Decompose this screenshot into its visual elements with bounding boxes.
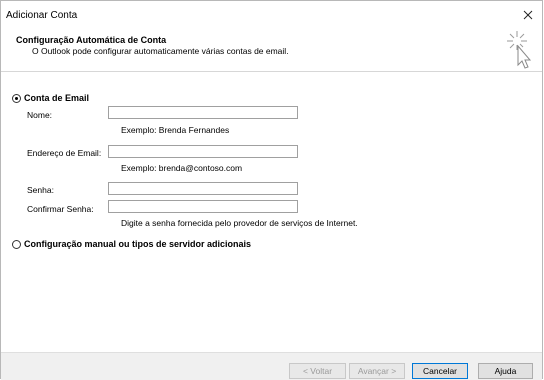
confirm-password-input[interactable] — [108, 200, 298, 213]
back-button[interactable]: < Voltar — [289, 363, 346, 379]
title-bar: Adicionar Conta — [1, 1, 542, 31]
manual-setup-radio[interactable] — [12, 239, 21, 249]
header-subtitle: O Outlook pode configurar automaticament… — [32, 46, 289, 56]
close-button[interactable] — [518, 5, 538, 25]
wizard-header: Configuração Automática de Conta O Outlo… — [1, 31, 542, 72]
header-title: Configuração Automática de Conta — [16, 35, 167, 45]
password-hint: Digite a senha fornecida pelo provedor d… — [121, 218, 358, 228]
help-button[interactable]: Ajuda — [478, 363, 533, 379]
email-account-radio[interactable] — [12, 93, 21, 103]
confirm-password-label: Confirmar Senha: — [27, 204, 94, 214]
add-account-dialog: Adicionar Conta Configuração Automática … — [0, 0, 543, 380]
name-input[interactable] — [108, 106, 298, 119]
manual-setup-option[interactable]: Configuração manual ou tipos de servidor… — [12, 239, 251, 249]
content-area: Conta de Email Nome: Exemplo: Brenda Fer… — [1, 72, 542, 352]
cancel-button[interactable]: Cancelar — [412, 363, 468, 379]
email-hint: Exemplo: brenda@contoso.com — [121, 163, 243, 173]
manual-setup-radio-label: Configuração manual ou tipos de servidor… — [24, 239, 252, 249]
email-account-option[interactable]: Conta de Email — [12, 93, 89, 103]
name-label: Nome: — [27, 110, 53, 120]
next-button[interactable]: Avançar > — [349, 363, 405, 379]
password-input[interactable] — [108, 182, 298, 195]
email-label: Endereço de Email: — [27, 148, 102, 158]
close-icon — [523, 10, 533, 20]
cursor-sparkle-icon — [507, 31, 532, 69]
window-title: Adicionar Conta — [6, 10, 78, 21]
name-hint: Exemplo: Brenda Fernandes — [121, 125, 230, 135]
email-account-radio-label: Conta de Email — [24, 93, 90, 103]
email-input[interactable] — [108, 145, 298, 158]
password-label: Senha: — [27, 185, 54, 195]
button-bar: < Voltar Avançar > Cancelar Ajuda — [1, 352, 542, 380]
